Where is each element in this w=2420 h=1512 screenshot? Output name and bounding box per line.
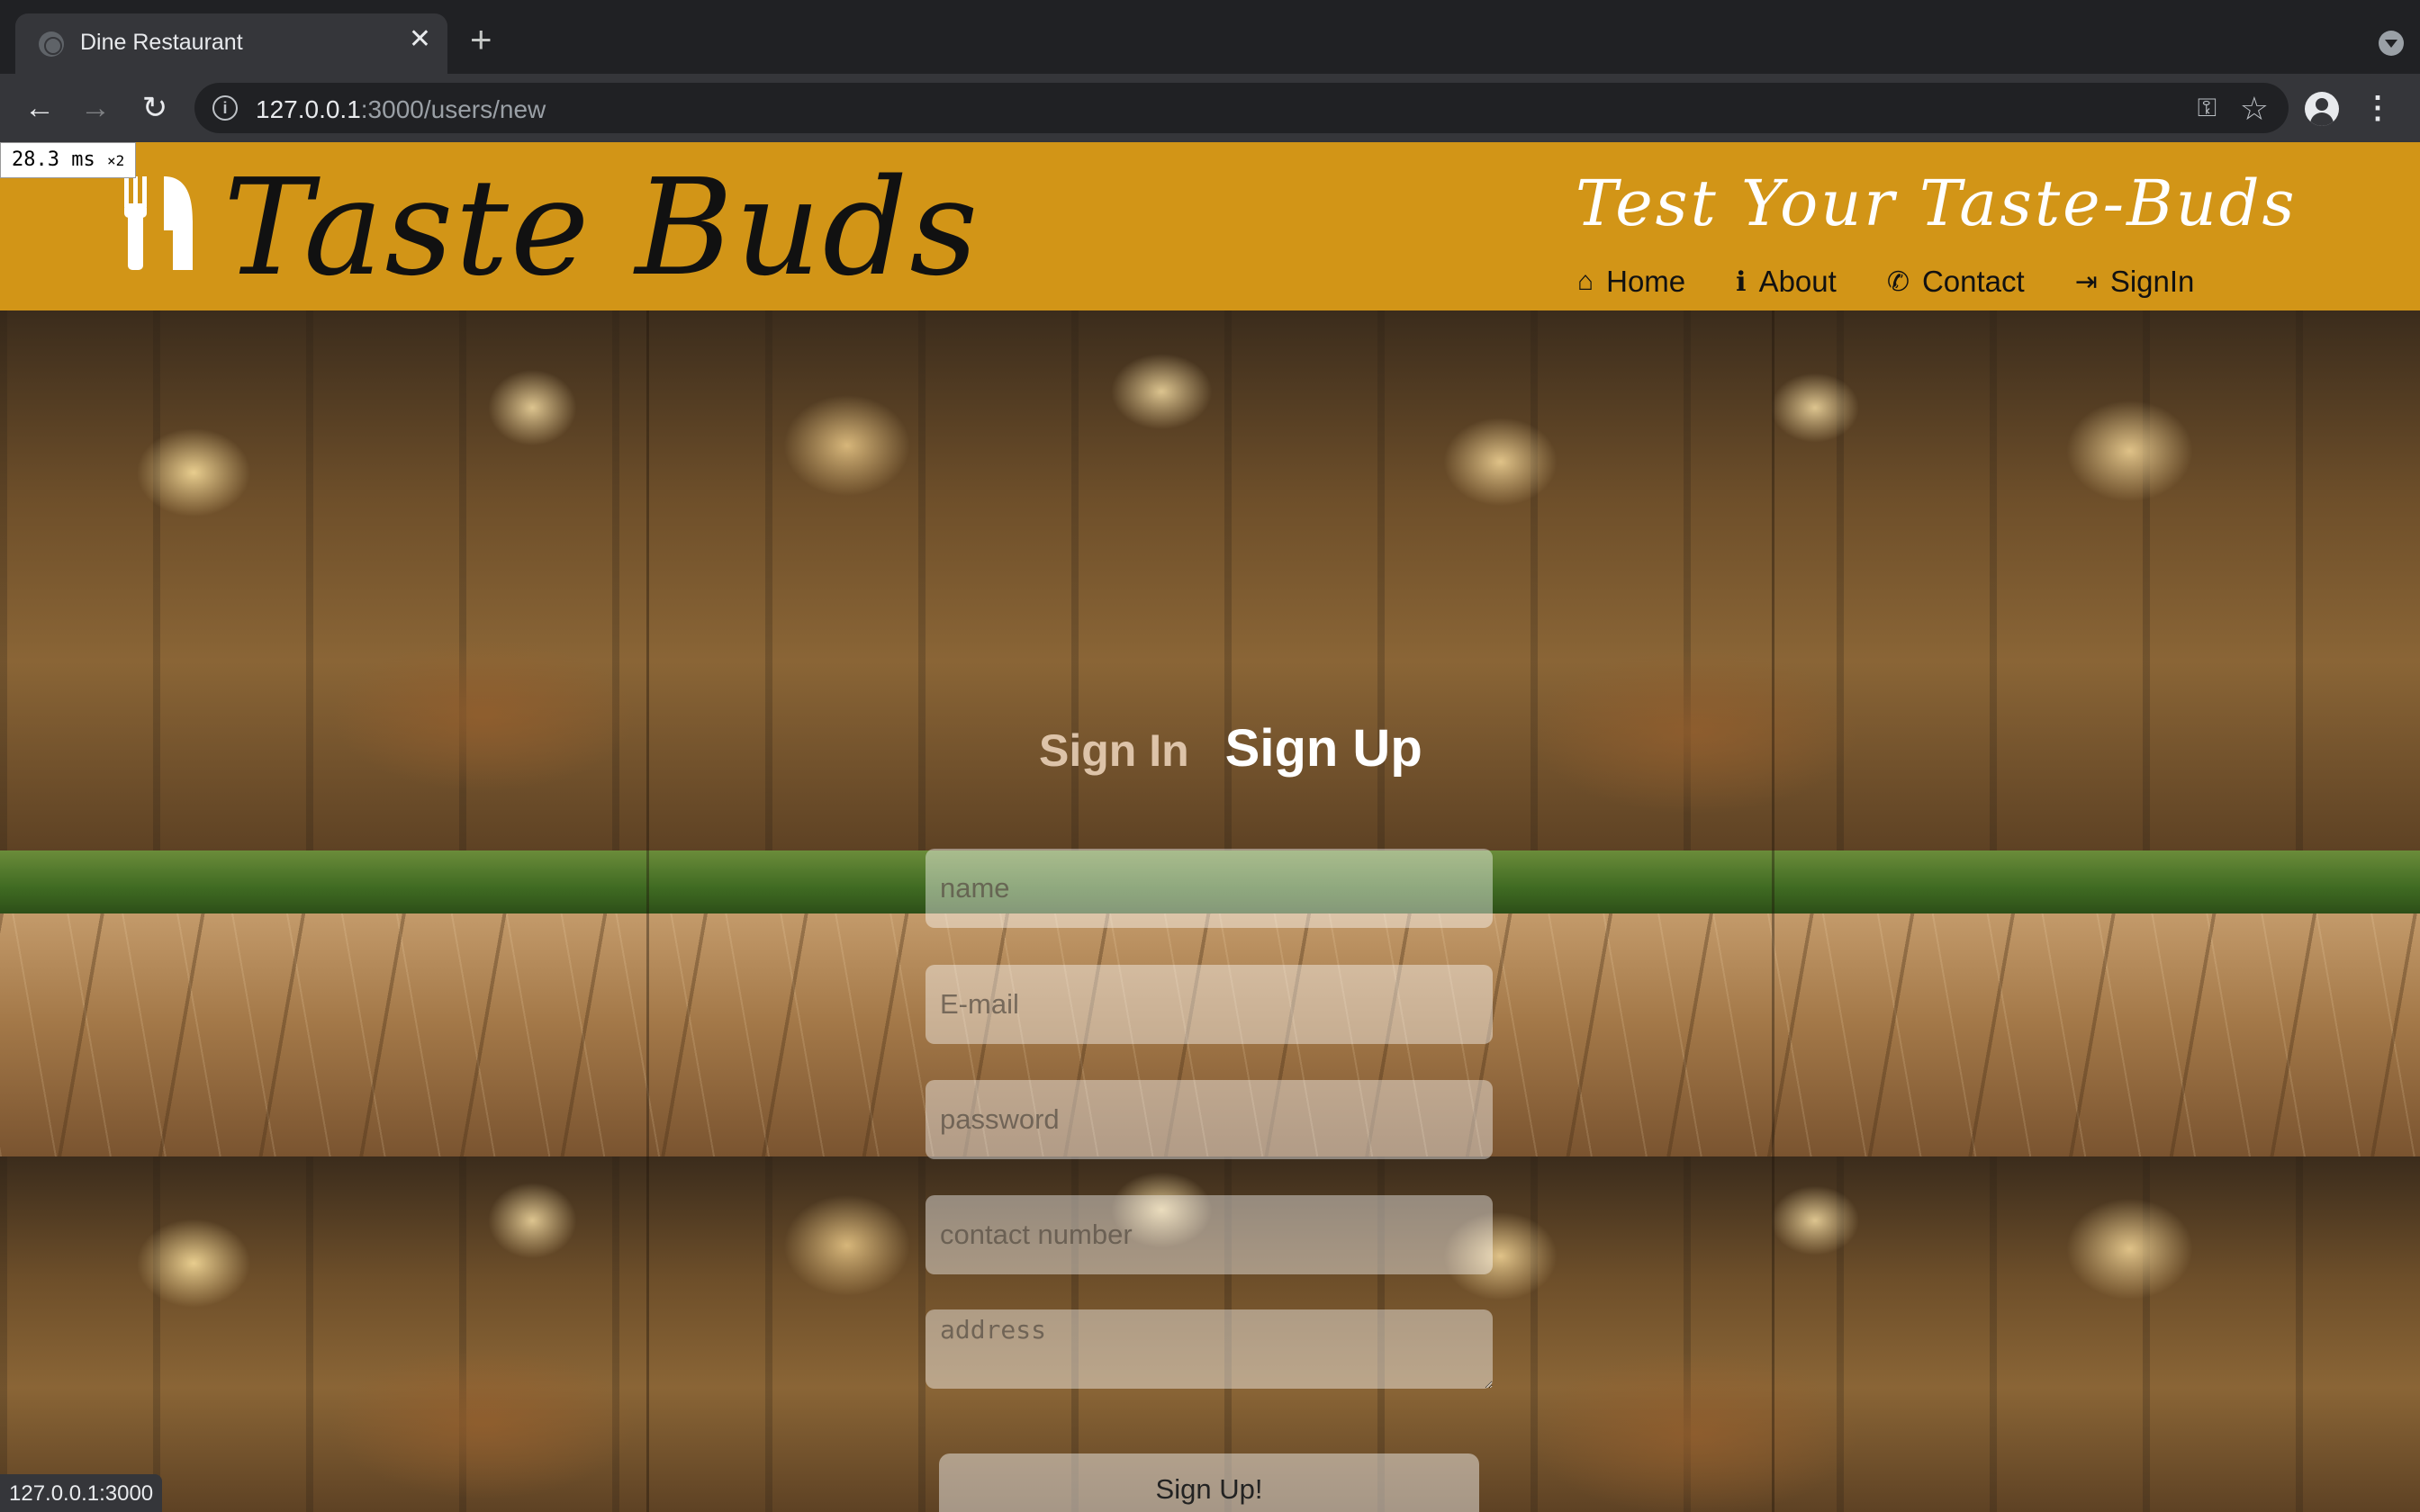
back-arrow-icon[interactable]: ← [20,88,59,128]
info-icon: ℹ [1736,266,1747,297]
globe-icon [39,32,64,57]
address-textarea[interactable] [926,1310,1493,1389]
page-viewport: 28.3 ms ×2 Taste Buds Test Your Taste-Bu… [0,142,2420,1512]
nav-label: About [1758,265,1837,298]
nav-contact[interactable]: ✆ Contact [1887,265,2025,299]
nav-label: SignIn [2109,265,2195,298]
nav-label: Home [1606,265,1686,298]
nav-home[interactable]: ⌂ Home [1577,265,1685,299]
sign-up-button[interactable]: Sign Up! [939,1454,1479,1512]
nav-signin[interactable]: ⇥ SignIn [2075,265,2195,299]
url-text: 127.0.0.1:3000/users/new [256,95,546,123]
forward-arrow-icon[interactable]: → [76,88,115,128]
hero-background: Sign In Sign Up Sign Up! [0,310,2420,1512]
site-header: 28.3 ms ×2 Taste Buds Test Your Taste-Bu… [0,142,2420,310]
email-input[interactable] [926,965,1493,1044]
tab-search-icon[interactable] [2379,31,2404,56]
fork-knife-icon [124,176,193,270]
site-info-icon[interactable]: i [212,95,238,121]
auth-tabs: Sign In Sign Up [1039,718,1422,778]
nav-label: Contact [1921,265,2025,298]
nav-about[interactable]: ℹ About [1736,265,1837,299]
site-logo[interactable]: Taste Buds [223,160,980,295]
fps-meter: 28.3 ms ×2 [0,142,137,178]
new-tab-button[interactable]: + [470,21,492,58]
tab-sign-in[interactable]: Sign In [1039,724,1189,777]
background-seam [646,310,649,1512]
password-input[interactable] [926,1080,1493,1159]
name-input[interactable] [926,849,1493,928]
tab-close-icon[interactable]: ✕ [409,26,431,53]
reload-icon[interactable]: ↻ [135,88,175,128]
phone-icon: ✆ [1886,266,1910,297]
contact-number-input[interactable] [926,1195,1493,1274]
address-bar[interactable]: i 127.0.0.1:3000/users/new ⚿ ☆ [194,83,2289,133]
site-tagline: Test Your Taste-Buds [1576,166,2298,240]
browser-tab[interactable]: Dine Restaurant ✕ [15,14,447,74]
tab-sign-up[interactable]: Sign Up [1225,718,1422,778]
tab-title: Dine Restaurant [80,30,243,55]
browser-status-url: 127.0.0.1:3000 [0,1474,163,1512]
browser-toolbar: ← → ↻ i 127.0.0.1:3000/users/new ⚿ ☆ ⋮ [0,74,2420,142]
browser-tabstrip: Dine Restaurant ✕ + [0,0,2420,74]
main-nav: ⌂ Home ℹ About ✆ Contact ⇥ SignIn [1577,265,2194,299]
home-icon: ⌂ [1577,266,1594,296]
browser-menu-icon[interactable]: ⋮ [2362,88,2393,128]
sign-in-icon: ⇥ [2074,266,2098,297]
bookmark-star-icon[interactable]: ☆ [2240,90,2269,128]
key-icon[interactable]: ⚿ [2198,94,2217,123]
background-seam [1772,310,1774,1512]
profile-avatar-icon[interactable] [2305,92,2339,126]
